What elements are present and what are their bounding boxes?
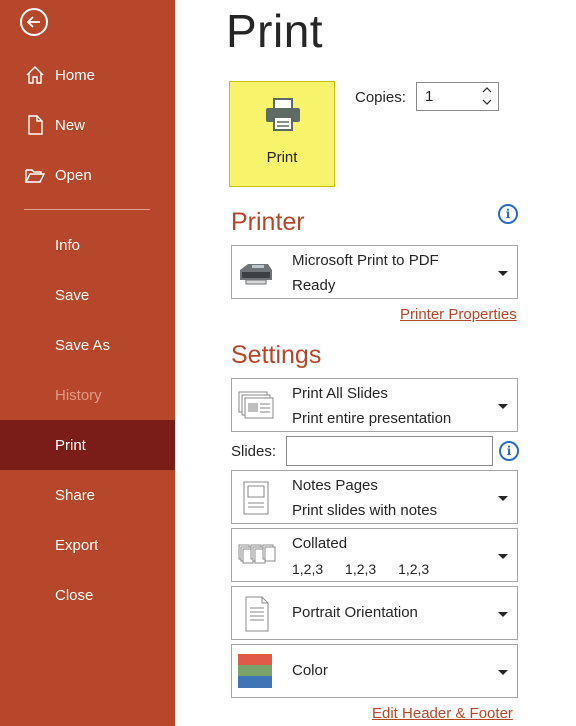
collation-dropdown[interactable]: Collated 1,2,3 1,2,3 1,2,3 [231, 528, 518, 582]
sidebar-item-history: History [0, 370, 175, 420]
sidebar-item-home[interactable]: Home [0, 50, 175, 100]
sidebar-item-label: Share [55, 486, 96, 504]
collation-sequence: 1,2,3 1,2,3 1,2,3 [292, 561, 447, 577]
print-layout-dropdown[interactable]: Notes Pages Print slides with notes [231, 470, 518, 524]
sidebar-item-open[interactable]: Open [0, 150, 175, 200]
sidebar-item-label: Export [55, 536, 99, 554]
chevron-down-icon [498, 554, 508, 559]
settings-heading: Settings [231, 341, 322, 369]
print-range-title: Print All Slides [292, 385, 388, 402]
sidebar-item-new[interactable]: New [0, 100, 175, 150]
sidebar-item-share[interactable]: Share [0, 470, 175, 520]
orientation-title: Portrait Orientation [292, 604, 418, 621]
all-slides-icon [238, 391, 274, 419]
print-range-subtitle: Print entire presentation [292, 410, 452, 427]
info-icon[interactable]: i [499, 441, 519, 461]
printer-heading: Printer [231, 208, 305, 236]
printer-icon [266, 98, 300, 131]
collation-set: 1,2,3 [398, 561, 430, 577]
page-title: Print [226, 5, 324, 57]
folder-open-icon [25, 169, 46, 183]
printer-properties-link[interactable]: Printer Properties [400, 306, 517, 323]
print-button[interactable]: Print [229, 81, 335, 187]
print-layout-subtitle: Print slides with notes [292, 502, 438, 519]
sidebar-item-label: Print [55, 436, 86, 454]
info-icon[interactable]: i [498, 204, 518, 224]
home-icon [26, 66, 44, 84]
sidebar-item-label: Save [55, 286, 90, 304]
back-button[interactable] [20, 8, 48, 36]
sidebar-divider [24, 209, 150, 210]
chevron-down-icon [498, 496, 508, 501]
collated-icon [238, 544, 276, 564]
chevron-up-icon[interactable] [482, 86, 492, 94]
chevron-down-icon [498, 670, 508, 675]
sidebar-item-label: Open [55, 166, 92, 184]
sidebar-item-close[interactable]: Close [0, 570, 175, 620]
collation-set: 1,2,3 [292, 561, 324, 577]
chevron-down-icon[interactable] [482, 98, 492, 106]
portrait-page-icon [245, 596, 269, 632]
color-title: Color [292, 662, 328, 679]
print-button-label: Print [266, 149, 298, 166]
sidebar-item-label: Home [55, 66, 96, 84]
copies-input[interactable] [425, 88, 475, 105]
copies-stepper[interactable] [416, 82, 499, 111]
back-arrow-icon [26, 16, 40, 28]
printer-name: Microsoft Print to PDF [292, 252, 439, 269]
print-layout-title: Notes Pages [292, 477, 378, 494]
printer-dropdown[interactable]: Microsoft Print to PDF Ready [231, 245, 518, 299]
sidebar-item-export[interactable]: Export [0, 520, 175, 570]
sidebar-item-info[interactable]: Info [0, 220, 175, 270]
notes-page-icon [243, 481, 269, 515]
collation-set: 1,2,3 [345, 561, 377, 577]
slides-input[interactable] [286, 436, 493, 466]
chevron-down-icon [498, 404, 508, 409]
copies-label: Copies: [355, 89, 406, 106]
sidebar-item-save[interactable]: Save [0, 270, 175, 320]
backstage-sidebar: Home New Open Info Save Save As History … [0, 0, 175, 726]
sidebar-item-label: New [55, 116, 86, 134]
color-dropdown[interactable]: Color [231, 644, 518, 698]
orientation-dropdown[interactable]: Portrait Orientation [231, 586, 518, 640]
sidebar-item-label: Close [55, 586, 94, 604]
sidebar-item-label: Info [55, 236, 81, 254]
sidebar-item-print[interactable]: Print [0, 420, 175, 470]
slides-label: Slides: [231, 443, 277, 460]
chevron-down-icon [498, 612, 508, 617]
print-range-dropdown[interactable]: Print All Slides Print entire presentati… [231, 378, 518, 432]
edit-header-footer-link[interactable]: Edit Header & Footer [372, 705, 513, 722]
printer-status: Ready [292, 277, 336, 294]
printer-device-icon [240, 264, 272, 285]
chevron-down-icon [498, 271, 508, 276]
sidebar-item-label: History [55, 386, 102, 404]
new-document-icon [28, 115, 43, 135]
collation-title: Collated [292, 535, 348, 552]
color-swatch-icon [238, 654, 272, 688]
sidebar-item-label: Save As [55, 336, 111, 354]
sidebar-item-save-as[interactable]: Save As [0, 320, 175, 370]
